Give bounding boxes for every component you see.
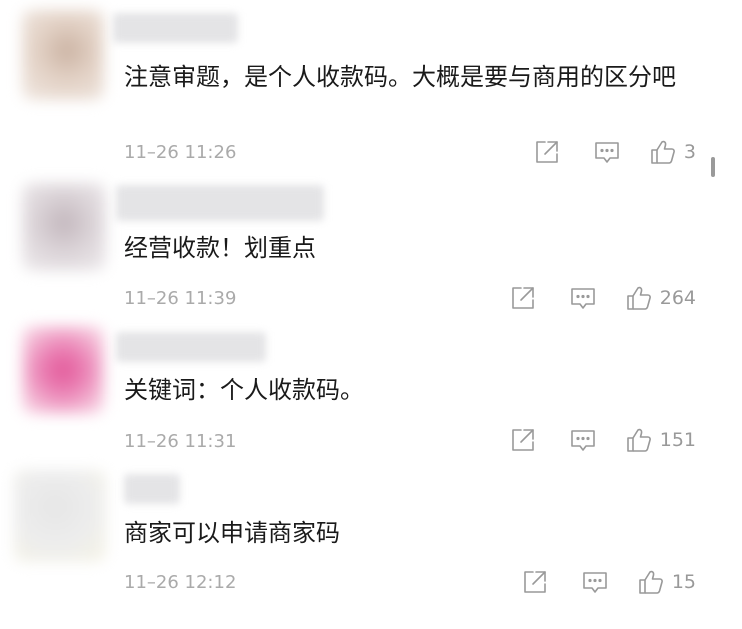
like-count: 3 (683, 141, 696, 163)
scrollbar[interactable] (711, 157, 715, 177)
like-button[interactable]: 3 (650, 139, 696, 165)
reply-icon[interactable] (582, 569, 608, 595)
share-icon[interactable] (534, 139, 560, 165)
thumbs-up-icon (638, 569, 664, 595)
like-button[interactable]: 264 (626, 285, 696, 311)
username[interactable] (116, 332, 266, 362)
comment-timestamp: 11–26 11:39 (124, 288, 237, 309)
like-count: 264 (659, 287, 696, 309)
comment-item: 经营收款！划重点 11–26 11:39 264 (0, 175, 742, 320)
reply-icon[interactable] (570, 427, 596, 453)
comment-text: 关键词：个人收款码。 (124, 376, 364, 404)
reply-icon[interactable] (570, 285, 596, 311)
comment-text: 商家可以申请商家码 (124, 519, 340, 547)
comment-timestamp: 11–26 12:12 (124, 572, 237, 593)
comment-text: 注意审题，是个人收款码。大概是要与商用的区分吧 (124, 63, 676, 91)
username[interactable] (113, 13, 238, 43)
share-icon[interactable] (522, 569, 548, 595)
comment-actions: 151 (510, 425, 696, 455)
comment-actions: 15 (522, 567, 696, 597)
avatar[interactable] (22, 183, 106, 271)
like-count: 151 (659, 429, 696, 451)
comment-actions: 264 (510, 283, 696, 313)
comment-timestamp: 11–26 11:31 (124, 431, 237, 452)
like-button[interactable]: 15 (638, 569, 696, 595)
share-icon[interactable] (510, 427, 536, 453)
thumbs-up-icon (626, 285, 652, 311)
thumbs-up-icon (650, 139, 676, 165)
like-count: 15 (671, 571, 696, 593)
comment-item: 商家可以申请商家码 11–26 12:12 15 (0, 462, 742, 629)
avatar[interactable] (14, 470, 106, 562)
avatar[interactable] (22, 326, 104, 414)
thumbs-up-icon (626, 427, 652, 453)
share-icon[interactable] (510, 285, 536, 311)
comment-timestamp: 11–26 11:26 (124, 142, 237, 163)
comment-text: 经营收款！划重点 (124, 234, 316, 262)
comment-item: 注意审题，是个人收款码。大概是要与商用的区分吧 11–26 11:26 3 (0, 0, 742, 175)
like-button[interactable]: 151 (626, 427, 696, 453)
comment-actions: 3 (534, 137, 696, 167)
username[interactable] (124, 474, 180, 504)
username[interactable] (116, 185, 324, 221)
avatar[interactable] (22, 10, 104, 100)
reply-icon[interactable] (594, 139, 620, 165)
comment-item: 关键词：个人收款码。 11–26 11:31 151 (0, 320, 742, 462)
